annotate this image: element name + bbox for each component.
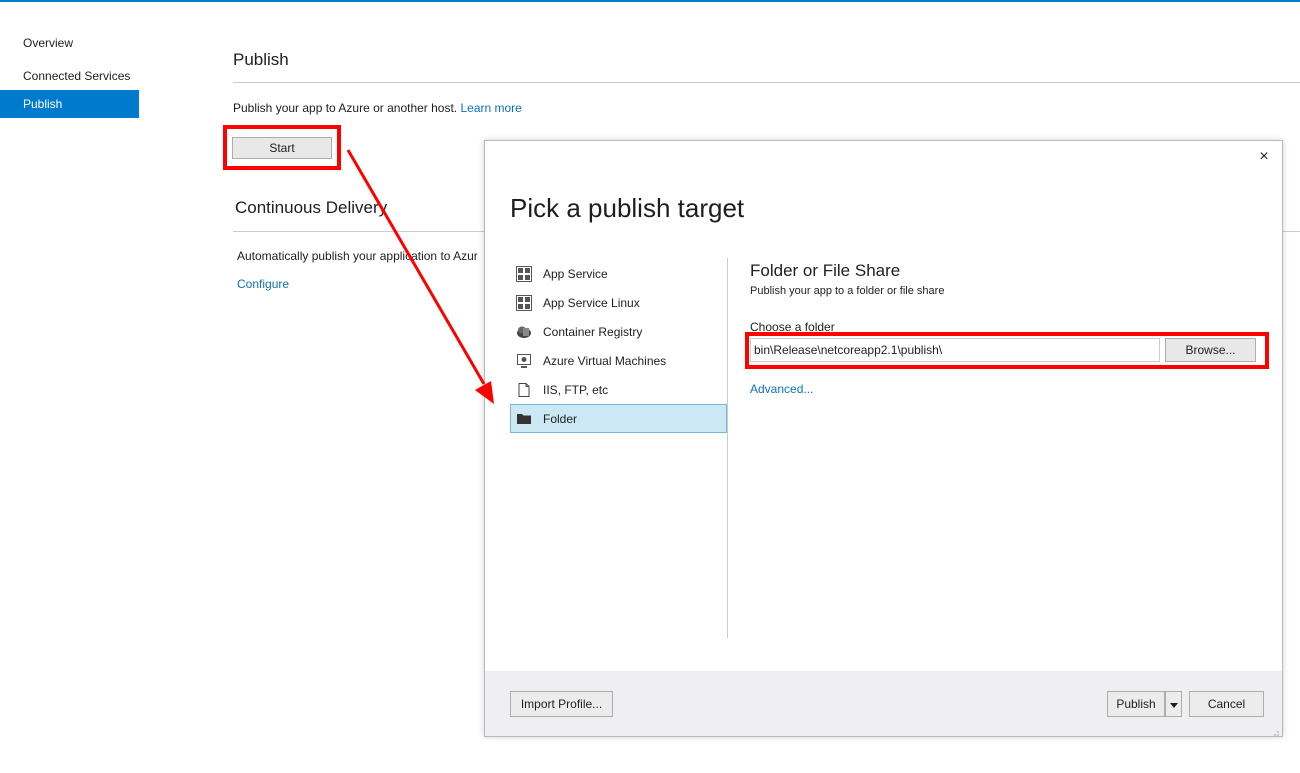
annotation-arrow	[346, 149, 494, 404]
arrow-shaft	[346, 149, 486, 385]
arrow-head	[475, 381, 494, 404]
